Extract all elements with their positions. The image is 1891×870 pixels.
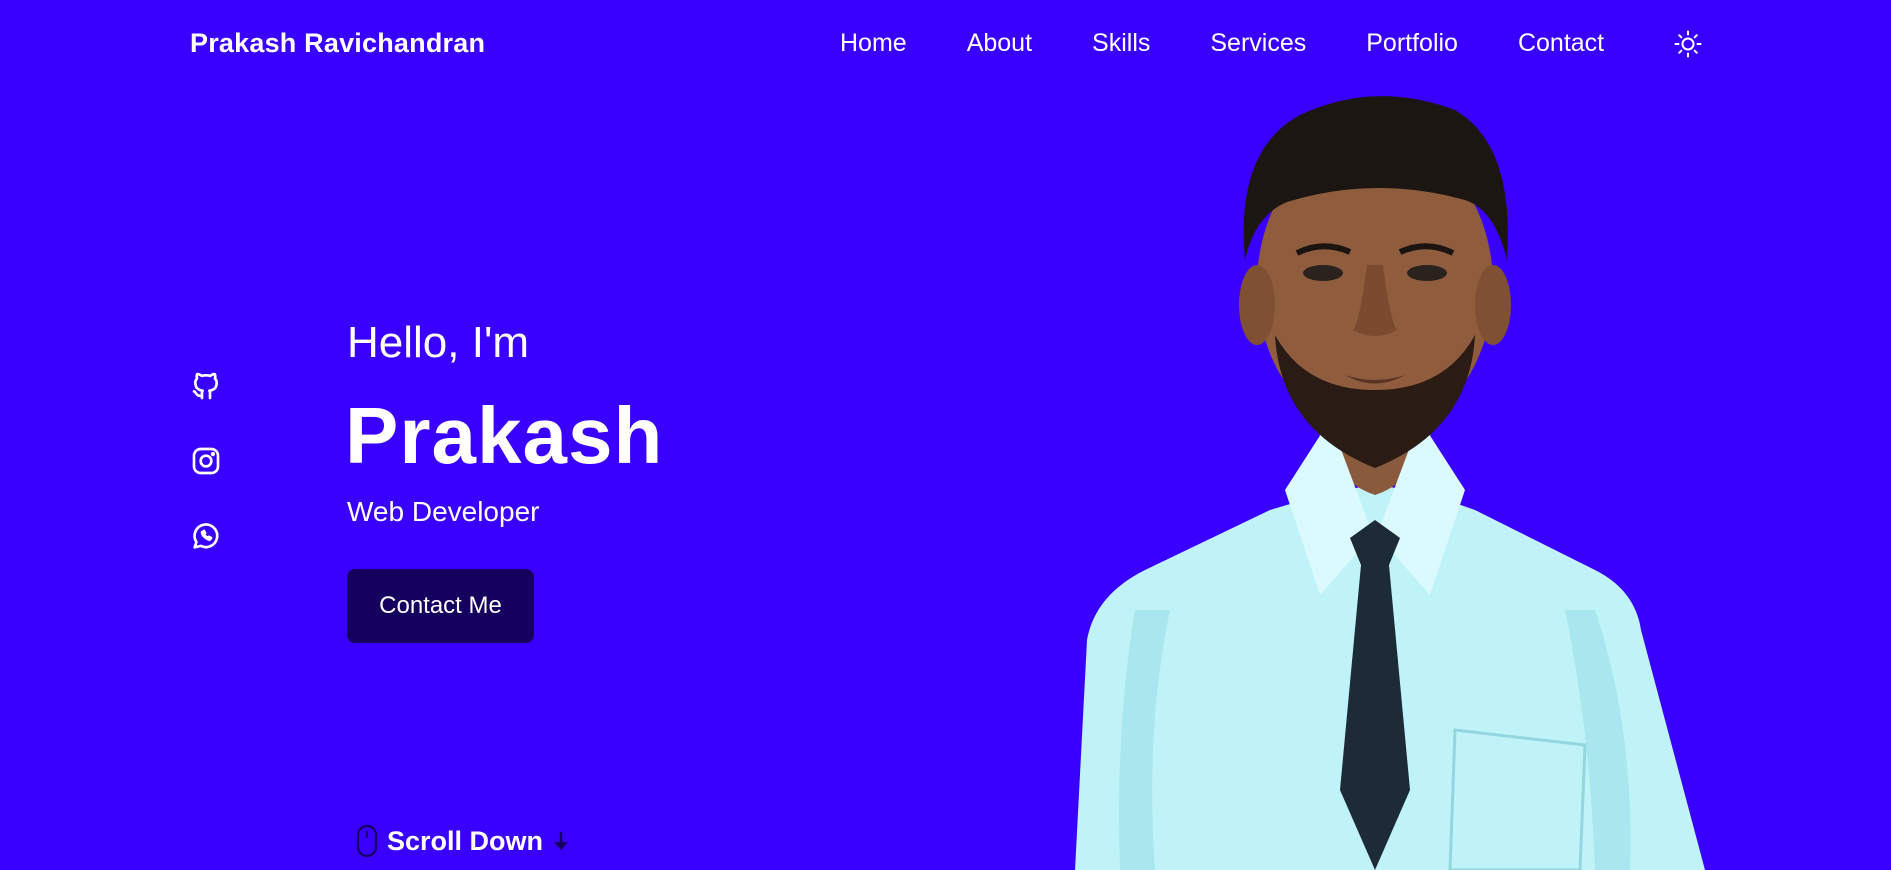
social-links	[190, 370, 222, 595]
github-icon	[192, 372, 218, 400]
github-link[interactable]	[190, 370, 222, 402]
instagram-icon	[192, 447, 220, 475]
nav-skills[interactable]: Skills	[1092, 29, 1150, 58]
nav-contact[interactable]: Contact	[1518, 29, 1604, 58]
nav-about[interactable]: About	[967, 29, 1032, 58]
portfolio-page: Prakash Ravichandran Home About Skills S…	[0, 0, 1891, 870]
nav-home[interactable]: Home	[840, 29, 907, 58]
theme-toggle-button[interactable]	[1674, 30, 1702, 58]
whatsapp-link[interactable]	[190, 520, 222, 552]
hero-role: Web Developer	[347, 496, 540, 527]
contact-me-button[interactable]: Contact Me	[347, 569, 534, 643]
main-nav: Home About Skills Services Portfolio Con…	[840, 29, 1638, 58]
nav-portfolio[interactable]: Portfolio	[1366, 29, 1458, 58]
instagram-link[interactable]	[190, 445, 222, 477]
arrow-down-icon	[554, 831, 569, 850]
sun-icon	[1674, 30, 1702, 58]
nav-services[interactable]: Services	[1210, 29, 1306, 58]
mouse-icon	[356, 824, 378, 858]
scroll-down-link[interactable]: Scroll Down	[355, 824, 571, 858]
site-logo[interactable]: Prakash Ravichandran	[190, 28, 485, 59]
hero-greeting: Hello, I'm	[347, 318, 529, 367]
whatsapp-icon	[193, 523, 219, 549]
hero-name: Prakash	[345, 391, 664, 480]
profile-photo	[1075, 96, 1705, 870]
scroll-down-label: Scroll Down	[387, 825, 544, 856]
